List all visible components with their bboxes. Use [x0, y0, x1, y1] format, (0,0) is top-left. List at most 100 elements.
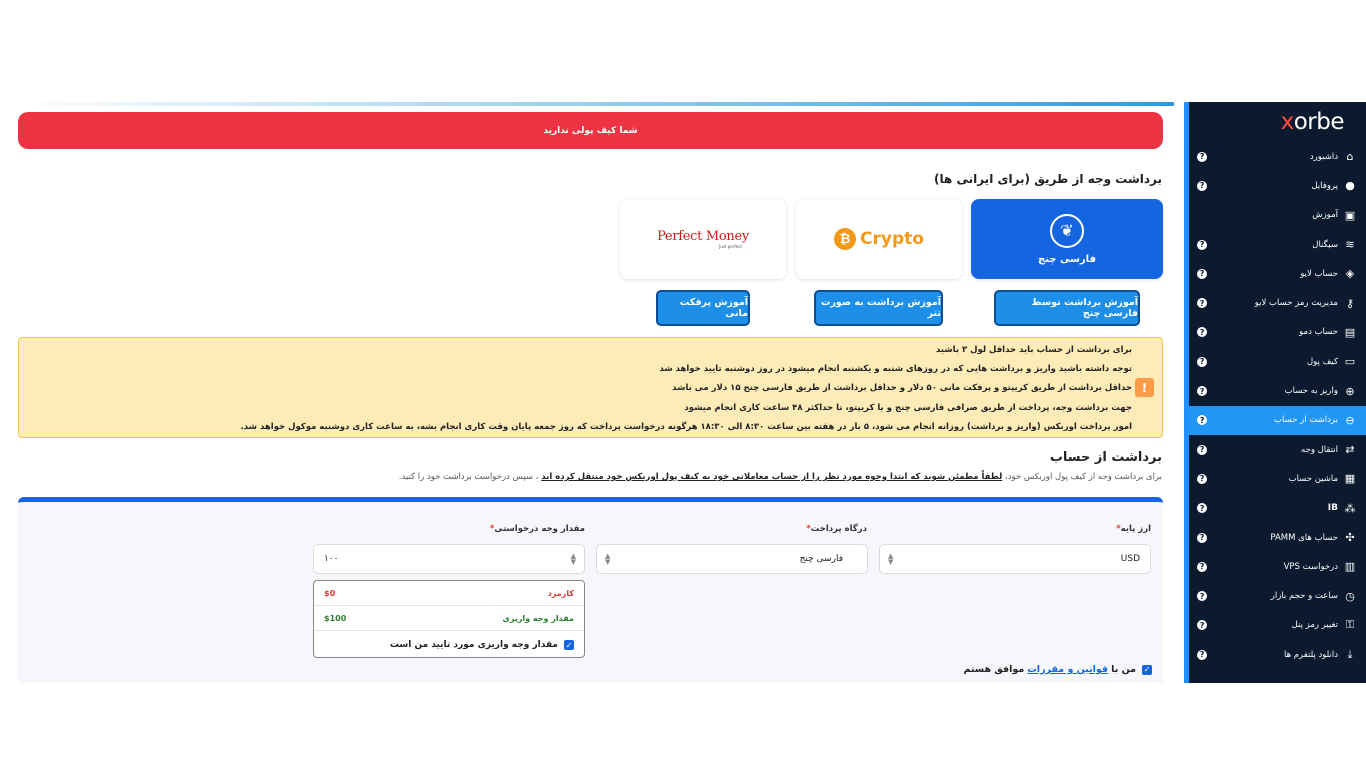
sidebar-item-label: داشبورد — [1309, 151, 1338, 162]
sidebar-item-label: آموزش — [1312, 210, 1338, 221]
amount-label: مقدار وجه درخواستی* — [490, 524, 585, 534]
tutorial-farsi-change-button[interactable]: آموزش برداشت توسط فارسی چنج — [994, 290, 1140, 326]
video-icon: ▣ — [1344, 208, 1356, 222]
sidebar-item-user[interactable]: ● پروفایل? — [1189, 171, 1366, 200]
amount-label-text: مقدار وجه درخواستی — [494, 524, 585, 534]
orbex-logo[interactable]: orbe x — [1189, 102, 1366, 142]
withdraw-methods-title: برداشت وجه از طریق (برای ایرانی ها) — [933, 172, 1162, 186]
sidebar-item-wallet[interactable]: ▭ کیف پول? — [1189, 347, 1366, 376]
help-icon[interactable]: ? — [1197, 415, 1207, 426]
sidebar-item-download[interactable]: ⤓ دانلود پلتفرم ها? — [1189, 640, 1366, 669]
tutorial-tether-button[interactable]: آموزش برداشت به صورت تتر — [814, 290, 943, 326]
help-icon[interactable]: ? — [1197, 620, 1207, 631]
deposit-amount-value: $100 — [324, 613, 347, 623]
fee-value: $0 — [324, 588, 336, 598]
sidebar-item-live-account[interactable]: ◈ حساب لایو? — [1189, 259, 1366, 288]
help-icon[interactable]: ? — [1197, 649, 1207, 660]
sidebar-item-transfer[interactable]: ⇄ انتقال وجه? — [1189, 435, 1366, 464]
sidebar-item-label: حساب های PAMM — [1270, 532, 1338, 543]
base-currency-label-text: ارز پایه — [1120, 524, 1151, 534]
wallet-icon: ▭ — [1344, 355, 1356, 369]
sidebar-item-vps[interactable]: ▥ درخواست VPS? — [1189, 552, 1366, 581]
sidebar-item-deposit[interactable]: ⊕ واریز به حساب? — [1189, 376, 1366, 405]
sidebar-item-label: واریز به حساب — [1284, 386, 1338, 397]
help-icon[interactable]: ? — [1197, 503, 1207, 514]
help-icon[interactable]: ? — [1197, 356, 1207, 367]
confirm-amount-row: ✓ مقدار وجه واریزی مورد تایید من است — [314, 631, 584, 659]
sidebar-item-label: IB — [1327, 503, 1338, 514]
help-icon[interactable]: ? — [1197, 151, 1207, 162]
help-icon[interactable]: ? — [1197, 561, 1207, 572]
help-icon[interactable]: ? — [1197, 591, 1207, 602]
base-currency-select[interactable]: USD ▲ ▼ — [879, 544, 1151, 574]
method-card-farsi-change[interactable]: ❦ فارسی چنج — [971, 199, 1163, 279]
sidebar-item-label: تغییر رمز پنل — [1291, 620, 1338, 631]
notice-line: جهت برداشت وجه، پرداخت از طریق صرافی فار… — [684, 402, 1132, 413]
farsi-change-label: فارسی چنج — [1038, 253, 1096, 265]
deposit-icon: ⊕ — [1345, 384, 1355, 398]
sidebar-item-label: مدیریت رمز حساب لایو — [1254, 298, 1338, 309]
sidebar-item-label: برداشت از حساب — [1274, 415, 1338, 426]
terms-link[interactable]: قوانین و مقررات — [1027, 664, 1108, 675]
transfer-icon: ⇄ — [1345, 443, 1355, 457]
help-icon[interactable]: ? — [1197, 444, 1207, 455]
help-icon[interactable]: ? — [1197, 180, 1207, 191]
help-icon[interactable]: ? — [1197, 532, 1207, 543]
user-icon: ● — [1345, 179, 1355, 193]
help-icon[interactable]: ? — [1197, 327, 1207, 338]
withdraw-title: برداشت از حساب — [1049, 450, 1162, 465]
select-arrows-icon: ▲ ▼ — [605, 552, 611, 566]
sidebar-item-video[interactable]: ▣ آموزش — [1189, 201, 1366, 230]
sidebar-item-label: دانلود پلتفرم ها — [1284, 649, 1338, 660]
sidebar-item-lock[interactable]: ⚿ تغییر رمز پنل? — [1189, 611, 1366, 640]
help-icon[interactable]: ? — [1197, 298, 1207, 309]
amount-input[interactable]: ۱۰۰ ▲ ▼ — [313, 544, 585, 574]
stepper-arrows-icon[interactable]: ▲ ▼ — [571, 553, 576, 566]
gateway-select[interactable]: فارسی چنج ▲ ▼ — [596, 544, 868, 574]
sidebar-item-key[interactable]: ⚷ مدیریت رمز حساب لایو? — [1189, 288, 1366, 317]
sidebar-item-demo-account[interactable]: ▤ حساب دمو? — [1189, 318, 1366, 347]
help-icon[interactable]: ? — [1197, 386, 1207, 397]
pamm-icon: ✣ — [1345, 531, 1355, 544]
sidebar-item-withdraw[interactable]: ⊖ برداشت از حساب? — [1189, 405, 1366, 435]
gateway-label: درگاه پرداخت* — [806, 524, 867, 534]
sidebar-item-wifi[interactable]: ≋ سیگنال? — [1189, 230, 1366, 259]
gateway-value: فارسی چنج — [799, 554, 843, 564]
sidebar-menu: ⌂ داشبورد? ● پروفایل? ▣ آموزش ≋ سیگنال? ◈ حساب لا… — [1189, 142, 1366, 669]
terms-prefix: من با — [1111, 664, 1136, 675]
sidebar-item-clock[interactable]: ◷ ساعت و حجم بازار? — [1189, 581, 1366, 610]
crypto-coin-icon: ₿ — [834, 228, 857, 250]
help-icon[interactable]: ? — [1197, 239, 1207, 250]
notice-line: امور پرداخت اوربکس (واریز و برداشت) روزا… — [240, 421, 1132, 432]
download-icon: ⤓ — [1347, 647, 1353, 661]
instructions-suffix: ، سپس درخواست برداشت خود را کنید. — [398, 472, 539, 482]
sidebar-item-home[interactable]: ⌂ داشبورد? — [1189, 142, 1366, 171]
sidebar-item-label: انتقال وجه — [1301, 444, 1338, 455]
withdraw-icon: ⊖ — [1345, 413, 1355, 427]
terms-suffix: موافق هستم — [963, 664, 1025, 675]
no-wallet-alert: شما کیف پولی ندارید — [18, 112, 1163, 149]
deposit-amount-label: مقدار وجه واریزی — [502, 613, 574, 623]
help-icon[interactable]: ? — [1197, 268, 1207, 279]
notice-line: توجه داشته باشید واریز و برداشت هایی که … — [659, 364, 1132, 375]
notice-line: حداقل برداشت از طریق کریپتو و پرفکت مانی… — [672, 383, 1132, 394]
method-card-crypto[interactable]: ₿ Crypto — [796, 199, 962, 279]
sidebar-item-ib[interactable]: ⁂ IB? — [1189, 494, 1366, 523]
lock-icon: ⚿ — [1345, 618, 1355, 632]
method-card-perfect-money[interactable]: Perfect Money Just perfect — [620, 199, 786, 279]
sidebar-item-calculator[interactable]: ▦ ماشین حساب? — [1189, 464, 1366, 493]
terms-checkbox[interactable]: ✓ — [1142, 664, 1152, 675]
home-icon: ⌂ — [1346, 150, 1354, 164]
help-icon[interactable]: ? — [1197, 473, 1207, 484]
logo-accent: x — [1280, 109, 1295, 135]
clock-icon: ◷ — [1345, 589, 1355, 603]
confirm-amount-checkbox[interactable]: ✓ — [564, 640, 574, 650]
perfect-money-tagline: Just perfect — [719, 244, 742, 249]
top-progress-line — [16, 102, 1174, 106]
tutorial-perfect-money-button[interactable]: آموزش پرفکت مانی — [656, 290, 750, 326]
vps-icon: ▥ — [1344, 560, 1356, 574]
key-icon: ⚷ — [1345, 296, 1355, 310]
sidebar-item-pamm[interactable]: ✣ حساب های PAMM? — [1189, 523, 1366, 552]
app: orbe x ⌂ داشبورد? ● پروفایل? ▣ آموزش ≋ سیگنال? ◈ ح… — [0, 102, 1366, 683]
main-content: شما کیف پولی ندارید برداشت وجه از طریق (… — [0, 102, 1184, 683]
